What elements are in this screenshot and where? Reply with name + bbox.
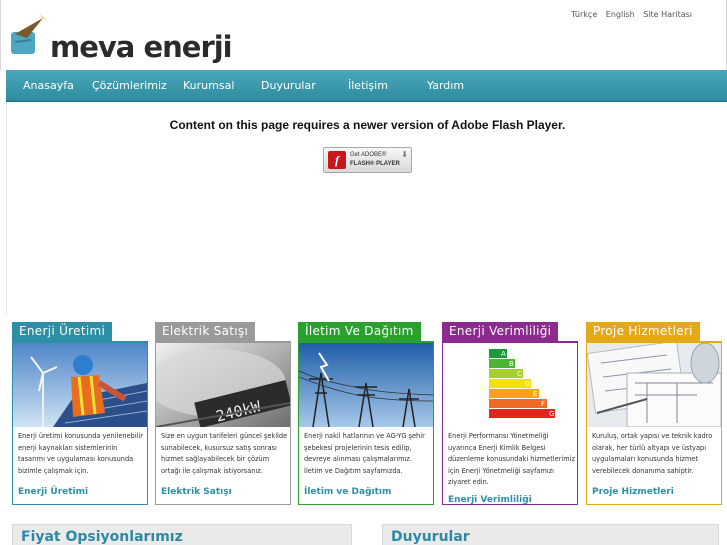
logo[interactable]: meva enerji xyxy=(9,8,233,64)
announcements-box: Duyurular xyxy=(382,524,719,545)
card-description: Kuruluş, ortak yapısı ve teknik kadro ol… xyxy=(592,432,713,475)
logo-mark-icon xyxy=(11,14,47,54)
site-header: meva enerji Türkçe English Site Haritası xyxy=(0,0,727,70)
card-body: 240kW Size en uygun tarifeleri güncel şe… xyxy=(155,341,291,505)
svg-text:D: D xyxy=(525,380,530,388)
service-card-project-services: Proje Hizmetleri Kuruluş, ortak yapısı v… xyxy=(586,322,722,505)
svg-text:C: C xyxy=(517,370,522,378)
flash-message: Content on this page requires a newer ve… xyxy=(169,118,566,132)
card-description: Size en uygun tarifeleri güncel şekilde … xyxy=(161,432,288,475)
card-image-power-lines[interactable] xyxy=(299,343,433,427)
svg-text:F: F xyxy=(541,400,545,408)
price-options-title: Fiyat Opsiyonlarımız xyxy=(21,529,183,545)
card-body: Enerji üretimi konusunda yenilenebilir e… xyxy=(12,341,148,505)
lang-english-link[interactable]: English xyxy=(606,10,635,19)
card-link[interactable]: Proje Hizmetleri xyxy=(592,487,674,497)
get-flash-player-button[interactable]: f Get ADOBE® FLASH® PLAYER ⬇ xyxy=(323,147,412,173)
card-body: Kuruluş, ortak yapısı ve teknik kadro ol… xyxy=(586,341,722,505)
card-link[interactable]: İletim ve Dağıtım xyxy=(304,487,391,497)
card-title: İletim Ve Dağıtım xyxy=(298,322,421,341)
card-image-energy-rating[interactable]: A B C D E F G xyxy=(443,343,577,427)
nav-item-corporate[interactable]: Kurumsal xyxy=(183,79,234,92)
nav-item-home[interactable]: Anasayfa xyxy=(23,79,74,92)
service-card-energy-efficiency: Enerji Verimliliği A B C D E F G Enerji … xyxy=(442,322,578,505)
service-card-transmission: İletim Ve Dağıtım Enerji nakil hatlarını… xyxy=(298,322,434,505)
card-image-electric-meter[interactable]: 240kW xyxy=(156,343,290,427)
nav-item-contact[interactable]: İletişim xyxy=(348,79,388,92)
card-image-blueprints[interactable] xyxy=(587,343,721,427)
svg-text:B: B xyxy=(509,360,514,368)
card-body: A B C D E F G Enerji Performansı Yönetme… xyxy=(442,341,578,505)
card-image-solar-worker[interactable] xyxy=(13,343,147,427)
logo-text: meva enerji xyxy=(50,30,233,64)
card-link[interactable]: Enerji Üretimi xyxy=(18,487,88,497)
sitemap-link[interactable]: Site Haritası xyxy=(643,10,692,19)
flash-icon: f xyxy=(328,151,346,169)
flash-button-line2: FLASH® PLAYER xyxy=(350,161,400,167)
svg-text:E: E xyxy=(533,390,537,398)
download-arrow-icon: ⬇ xyxy=(401,150,408,159)
card-link[interactable]: Elektrik Satışı xyxy=(161,487,232,497)
card-title: Proje Hizmetleri xyxy=(586,322,700,341)
service-card-electricity-sales: Elektrik Satışı 240kW Size en uygun tari… xyxy=(155,322,291,505)
nav-item-announcements[interactable]: Duyurular xyxy=(261,79,316,92)
flash-placeholder: Content on this page requires a newer ve… xyxy=(6,102,727,315)
card-title: Elektrik Satışı xyxy=(155,322,256,341)
card-body: Enerji nakil hatlarının ve AG-YG şehir ş… xyxy=(298,341,434,505)
flash-button-line1: Get ADOBE® xyxy=(350,152,387,158)
card-description: Enerji üretimi konusunda yenilenebilir e… xyxy=(18,432,144,475)
card-description: Enerji nakil hatlarının ve AG-YG şehir ş… xyxy=(304,432,425,475)
nav-item-solutions[interactable]: Çözümlerimiz xyxy=(92,79,167,92)
svg-text:A: A xyxy=(501,350,506,358)
card-title: Enerji Verimliliği xyxy=(442,322,559,341)
card-link[interactable]: Enerji Verimliliği xyxy=(448,495,532,505)
announcements-title: Duyurular xyxy=(391,529,470,545)
lang-turkish-link[interactable]: Türkçe xyxy=(571,10,597,19)
card-title: Enerji Üretimi xyxy=(12,322,113,341)
service-card-energy-production: Enerji Üretimi Enerji üretimi konusunda … xyxy=(12,322,148,505)
svg-text:G: G xyxy=(549,410,554,418)
main-nav: Anasayfa Çözümlerimiz Kurumsal Duyurular… xyxy=(6,70,727,102)
price-options-box: Fiyat Opsiyonlarımız xyxy=(12,524,352,545)
nav-item-help[interactable]: Yardım xyxy=(427,79,464,92)
card-description: Enerji Performansı Yönetmeliği uyarınca … xyxy=(448,432,575,486)
language-links: Türkçe English Site Haritası xyxy=(565,10,692,19)
